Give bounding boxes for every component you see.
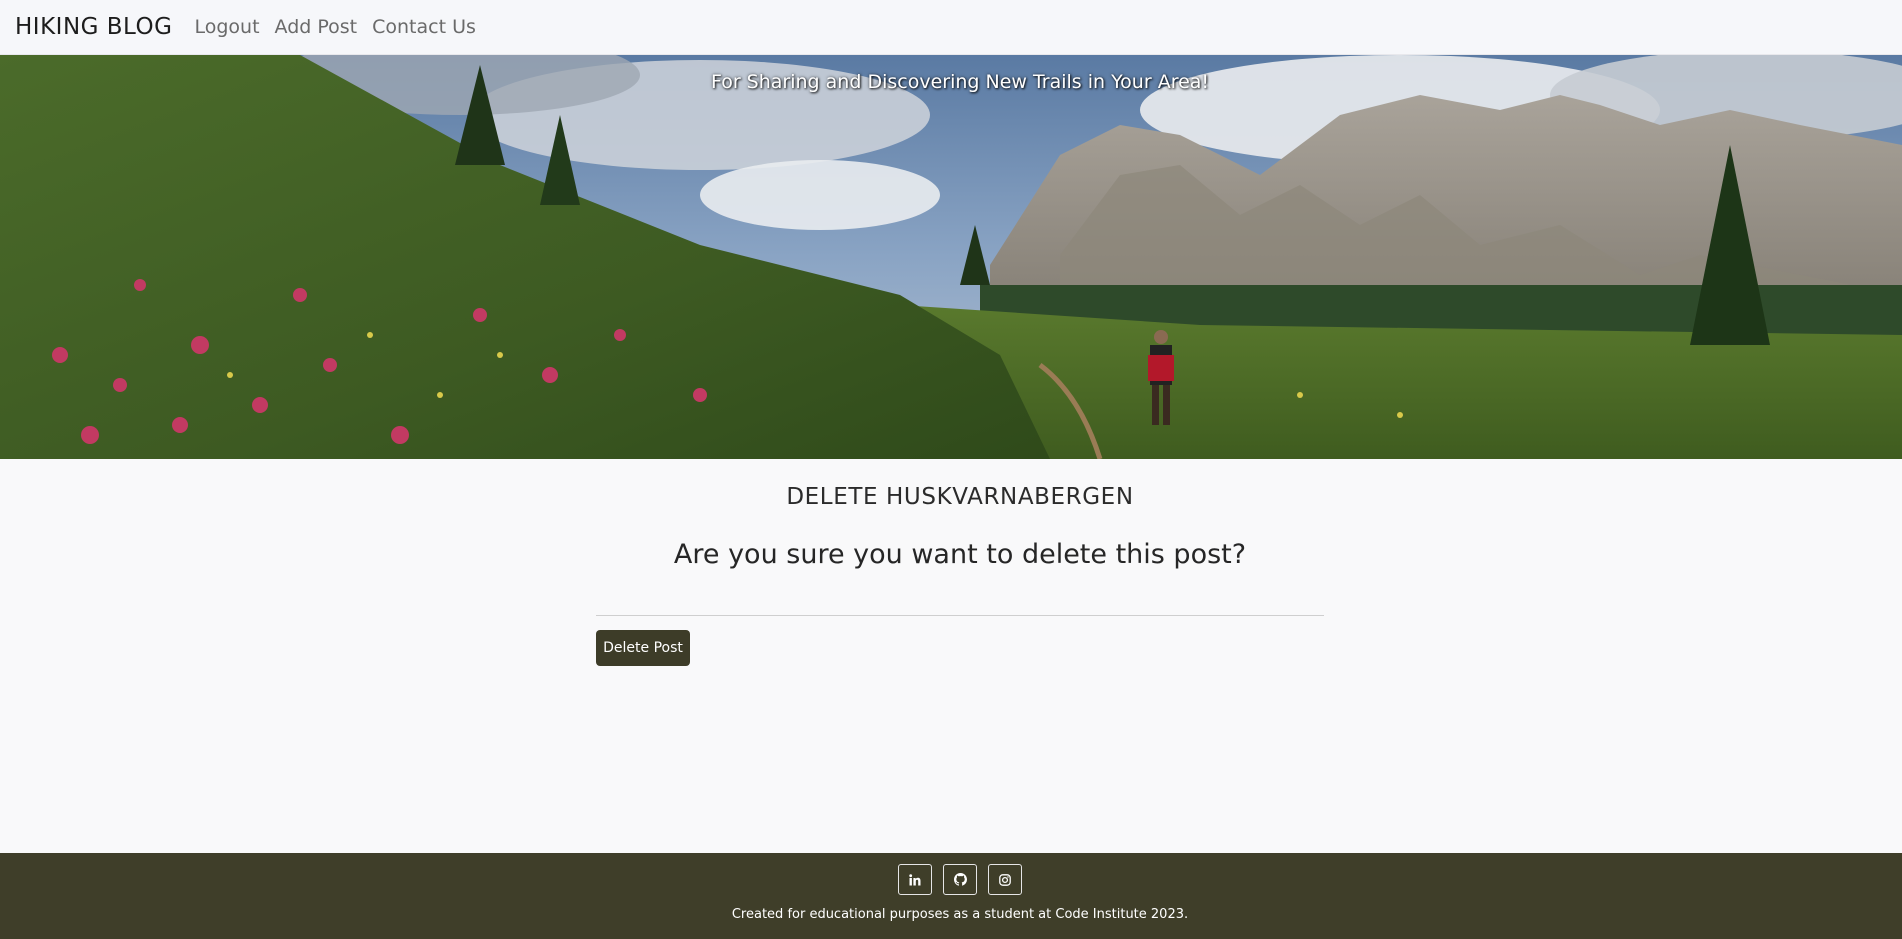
instagram-icon (999, 873, 1011, 886)
instagram-link[interactable] (988, 864, 1022, 895)
hero-banner: For Sharing and Discovering New Trails i… (0, 55, 1902, 459)
post-title: DELETE HUSKVARNABERGEN (786, 484, 1134, 510)
hero-landscape-image (0, 55, 1902, 459)
brand-logo-link[interactable]: HIKING BLOG (15, 14, 172, 40)
linkedin-link[interactable] (898, 864, 932, 895)
divider (596, 615, 1324, 616)
nav-add-post-link[interactable]: Add Post (275, 16, 358, 38)
nav-contact-link[interactable]: Contact Us (372, 16, 476, 38)
delete-post-button[interactable]: Delete Post (596, 630, 690, 666)
hero-tagline: For Sharing and Discovering New Trails i… (710, 71, 1210, 93)
footer-credit-text: Created for educational purposes as a st… (731, 907, 1189, 922)
navbar: HIKING BLOG Logout Add Post Contact Us (0, 0, 1902, 55)
linkedin-icon (909, 873, 921, 885)
github-icon (953, 873, 967, 886)
delete-confirmation-question: Are you sure you want to delete this pos… (673, 539, 1247, 570)
delete-post-section: DELETE HUSKVARNABERGEN Are you sure you … (0, 459, 1902, 853)
social-links (0, 864, 1902, 895)
github-link[interactable] (943, 864, 977, 895)
footer: Created for educational purposes as a st… (0, 853, 1902, 939)
nav-logout-link[interactable]: Logout (194, 16, 259, 38)
